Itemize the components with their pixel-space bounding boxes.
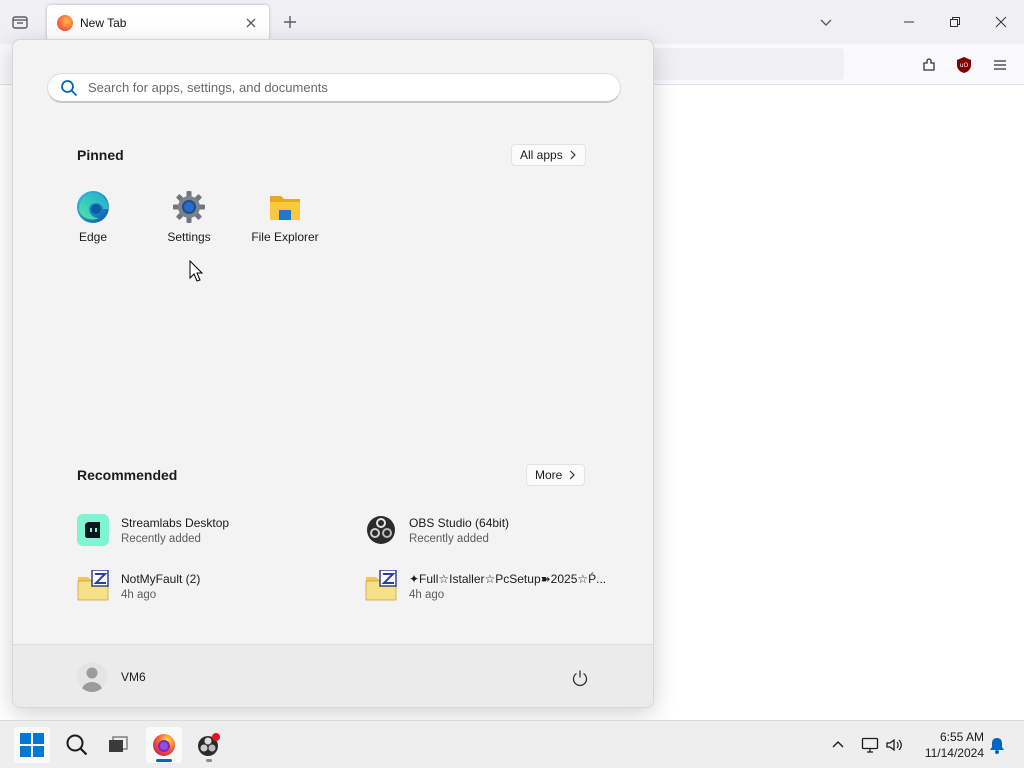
browser-tab[interactable]: New Tab	[47, 5, 269, 41]
power-icon[interactable]	[569, 667, 591, 689]
recommended-item-name: ✦Full☆Istaller☆PcSetup➽2025☆Ṕ...	[409, 571, 607, 586]
pinned-app-label: File Explorer	[251, 230, 319, 244]
taskbar: 6:55 AM 11/14/2024	[0, 720, 1024, 768]
obs-icon	[367, 516, 395, 544]
notification-bell-icon[interactable]	[986, 734, 1008, 756]
more-button[interactable]: More	[526, 464, 586, 486]
zip-folder-icon	[77, 570, 109, 601]
avatar	[77, 662, 107, 692]
start-menu: Pinned All apps Edge	[12, 39, 654, 708]
pinned-app-label: Settings	[167, 230, 211, 244]
minimize-icon[interactable]	[895, 8, 923, 36]
recommended-item-name: OBS Studio (64bit)	[409, 515, 510, 530]
clock-time: 6:55 AM	[939, 730, 984, 744]
chevron-down-icon[interactable]	[812, 8, 840, 36]
pinned-app-label: Edge	[78, 230, 108, 244]
close-window-icon[interactable]	[987, 8, 1015, 36]
windows-logo-icon	[20, 733, 44, 757]
recommended-item-notmyfault[interactable]: NotMyFault (2) 4h ago	[77, 566, 347, 606]
task-view-icon	[109, 736, 128, 752]
start-button[interactable]	[14, 727, 50, 763]
folder-icon	[270, 196, 300, 220]
pinned-app-edge[interactable]: Edge	[45, 188, 141, 248]
recommended-title: Recommended	[77, 467, 178, 483]
all-apps-label: All apps	[520, 148, 563, 162]
mouse-cursor-icon	[189, 260, 203, 282]
chevron-up-icon[interactable]	[827, 734, 849, 756]
network-icon[interactable]	[859, 734, 881, 756]
more-label: More	[535, 468, 563, 482]
new-tab-icon[interactable]	[280, 12, 300, 32]
recommended-item-sub: 4h ago	[121, 588, 157, 601]
recommended-item-installer[interactable]: ✦Full☆Istaller☆PcSetup➽2025☆Ṕ... 4h ago	[365, 566, 635, 606]
restore-icon[interactable]	[941, 8, 969, 36]
start-footer: VM6	[13, 644, 653, 707]
streamlabs-icon	[77, 514, 109, 546]
extensions-icon[interactable]	[918, 54, 940, 76]
taskbar-firefox-button[interactable]	[146, 727, 182, 763]
all-apps-button[interactable]: All apps	[511, 144, 586, 166]
recommended-item-sub: Recently added	[121, 532, 201, 545]
ublock-shield-icon[interactable]: uO	[953, 54, 975, 76]
obs-icon	[198, 733, 220, 756]
recommended-item-name: NotMyFault (2)	[121, 571, 201, 586]
search-icon	[66, 734, 88, 756]
firefox-icon	[153, 734, 175, 756]
recommended-item-sub: Recently added	[409, 532, 489, 545]
user-name: VM6	[121, 670, 146, 684]
taskbar-search-button[interactable]	[59, 727, 95, 763]
zip-folder-icon	[365, 570, 397, 601]
pinned-app-file-explorer[interactable]: File Explorer	[237, 188, 333, 248]
menu-icon[interactable]	[989, 54, 1011, 76]
recommended-item-name: Streamlabs Desktop	[121, 515, 230, 530]
clock-date: 11/14/2024	[924, 746, 984, 760]
taskbar-clock[interactable]: 6:55 AM 11/14/2024	[914, 729, 984, 761]
chevron-right-icon	[569, 470, 576, 480]
recommended-item-obs[interactable]: OBS Studio (64bit) Recently added	[365, 510, 635, 550]
search-icon	[61, 79, 78, 96]
edge-icon	[77, 191, 109, 223]
gear-icon	[173, 191, 205, 223]
tab-title: New Tab	[80, 16, 127, 30]
firefox-favicon	[57, 15, 73, 31]
task-view-button[interactable]	[100, 727, 136, 763]
user-account-button[interactable]: VM6	[77, 662, 146, 692]
recommended-item-sub: 4h ago	[409, 588, 445, 601]
close-tab-icon[interactable]	[243, 15, 259, 31]
active-indicator	[156, 759, 172, 762]
recommended-item-streamlabs[interactable]: Streamlabs Desktop Recently added	[77, 510, 347, 550]
search-input[interactable]	[88, 80, 588, 95]
chevron-right-icon	[570, 150, 576, 160]
taskbar-obs-button[interactable]	[191, 727, 227, 763]
pinned-app-settings[interactable]: Settings	[141, 188, 237, 248]
url-bar[interactable]	[640, 48, 844, 80]
running-indicator	[206, 759, 212, 762]
tab-list-icon[interactable]	[8, 10, 32, 34]
volume-icon[interactable]	[883, 734, 905, 756]
browser-tabstrip: New Tab	[0, 0, 1024, 44]
svg-text:uO: uO	[960, 62, 969, 69]
pinned-title: Pinned	[77, 147, 124, 163]
start-search-box[interactable]	[47, 73, 621, 103]
